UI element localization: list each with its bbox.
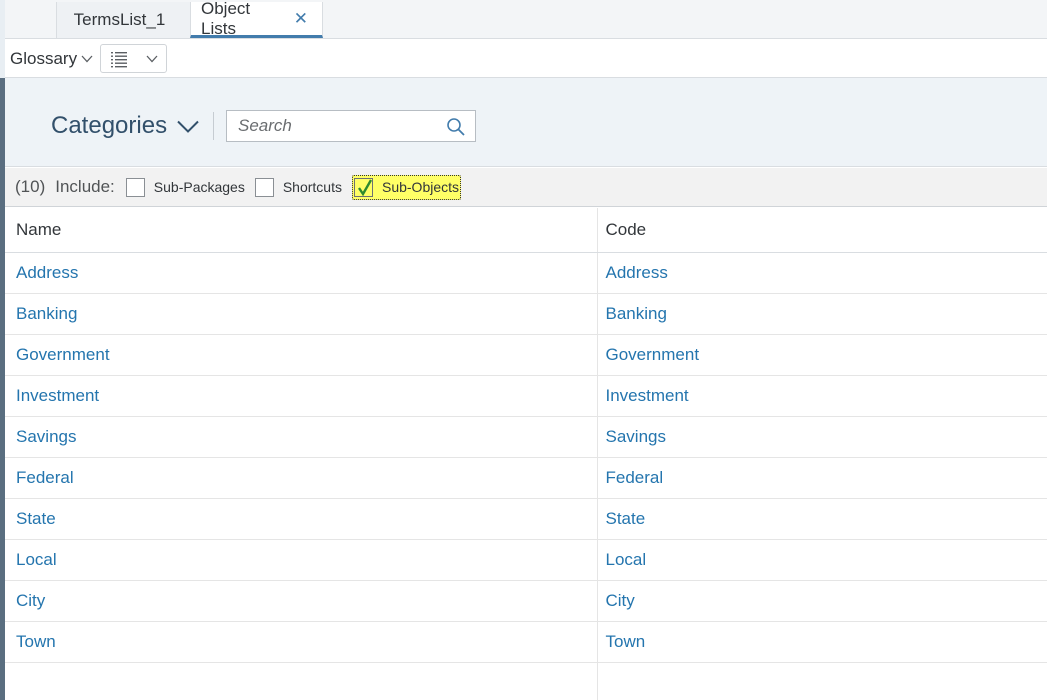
name-cell: Investment (5, 375, 598, 417)
sub-objects-option[interactable]: Sub-Objects (351, 174, 462, 200)
name-link[interactable]: Address (16, 263, 78, 282)
name-link[interactable]: Banking (16, 304, 77, 323)
tab-termslist[interactable]: TermsList_1 (56, 2, 190, 38)
name-cell: Town (5, 621, 598, 663)
name-link[interactable]: Government (16, 345, 110, 364)
table-row[interactable]: Savings Savings (5, 416, 1047, 458)
code-cell: Government (597, 334, 1047, 376)
name-cell: Address (5, 252, 598, 294)
name-link[interactable]: Investment (16, 386, 99, 405)
code-link[interactable]: Town (606, 632, 646, 651)
object-lists-app: TermsList_1 Object Lists ✕ Glossary Cate… (5, 0, 1047, 700)
tab-bar: TermsList_1 Object Lists ✕ (5, 0, 1047, 39)
name-link[interactable]: City (16, 591, 45, 610)
name-link[interactable]: Local (16, 550, 57, 569)
chevron-down-icon (146, 55, 158, 62)
column-header-code[interactable]: Code (597, 208, 1047, 253)
tab-termslist-label: TermsList_1 (73, 10, 166, 29)
object-count: (10) (15, 177, 46, 196)
table-row[interactable]: State State (5, 498, 1047, 540)
categories-dropdown[interactable]: Categories (51, 110, 199, 142)
empty-cell (597, 662, 1047, 700)
glossary-dropdown[interactable]: Glossary (10, 39, 93, 78)
name-link[interactable]: Federal (16, 468, 74, 487)
sub-objects-checkbox[interactable] (353, 177, 373, 197)
tab-object-lists[interactable]: Object Lists ✕ (190, 0, 323, 38)
table-row[interactable]: Banking Banking (5, 293, 1047, 335)
name-cell: City (5, 580, 598, 622)
code-cell: Local (597, 539, 1047, 581)
name-cell: Banking (5, 293, 598, 335)
include-label: Include: (55, 177, 115, 196)
code-link[interactable]: Address (606, 263, 668, 282)
table-row[interactable]: Government Government (5, 334, 1047, 376)
code-cell: City (597, 580, 1047, 622)
sub-packages-checkbox[interactable] (125, 177, 145, 197)
table-row[interactable]: Federal Federal (5, 457, 1047, 499)
search-box (226, 110, 476, 142)
code-cell: Address (597, 252, 1047, 294)
shortcuts-label: Shortcuts (282, 179, 342, 195)
table-row[interactable]: Town Town (5, 621, 1047, 663)
shortcuts-checkbox[interactable] (254, 177, 274, 197)
name-cell: State (5, 498, 598, 540)
name-cell: Government (5, 334, 598, 376)
code-link[interactable]: Government (606, 345, 700, 364)
view-mode-selector[interactable] (100, 44, 167, 73)
name-link[interactable]: State (16, 509, 56, 528)
sub-packages-label: Sub-Packages (153, 179, 245, 195)
list-view-icon (111, 51, 127, 67)
header-divider (213, 112, 214, 140)
include-bar: (10) Include: Sub-Packages Shortcuts Sub… (5, 168, 1047, 207)
toolbar: Glossary (5, 39, 1047, 78)
table-row[interactable]: Address Address (5, 252, 1047, 294)
code-cell: Federal (597, 457, 1047, 499)
categories-label: Categories (51, 112, 168, 139)
shortcuts-option[interactable]: Shortcuts (254, 177, 342, 197)
code-link[interactable]: Banking (606, 304, 667, 323)
code-link[interactable]: Investment (606, 386, 689, 405)
close-icon[interactable]: ✕ (294, 10, 308, 27)
name-cell: Savings (5, 416, 598, 458)
table-header-row: Name Code (5, 208, 1047, 253)
code-link[interactable]: Federal (606, 468, 664, 487)
code-cell: Savings (597, 416, 1047, 458)
table-row[interactable]: City City (5, 580, 1047, 622)
chevron-down-icon (81, 55, 93, 62)
object-list-table: Name Code Address Address Banking Bankin… (5, 208, 1047, 700)
empty-cell (5, 662, 598, 700)
name-link[interactable]: Savings (16, 427, 76, 446)
code-link[interactable]: City (606, 591, 635, 610)
code-link[interactable]: Savings (606, 427, 666, 446)
code-link[interactable]: State (606, 509, 646, 528)
code-cell: State (597, 498, 1047, 540)
name-cell: Federal (5, 457, 598, 499)
name-link[interactable]: Town (16, 632, 56, 651)
table-row[interactable]: Local Local (5, 539, 1047, 581)
code-cell: Town (597, 621, 1047, 663)
tab-object-lists-label: Object Lists (201, 0, 251, 38)
checkmark-icon (357, 178, 373, 196)
glossary-label: Glossary (10, 48, 78, 68)
code-cell: Investment (597, 375, 1047, 417)
code-link[interactable]: Local (606, 550, 647, 569)
chevron-down-icon (177, 120, 199, 133)
sub-objects-label: Sub-Objects (381, 179, 460, 195)
sub-packages-option[interactable]: Sub-Packages (125, 177, 245, 197)
table-row[interactable]: Investment Investment (5, 375, 1047, 417)
column-header-name[interactable]: Name (5, 208, 598, 253)
name-cell: Local (5, 539, 598, 581)
empty-row (5, 662, 1047, 700)
code-cell: Banking (597, 293, 1047, 335)
search-input[interactable] (238, 116, 443, 136)
search-icon[interactable] (446, 117, 466, 137)
header-band: Categories (5, 78, 1047, 167)
